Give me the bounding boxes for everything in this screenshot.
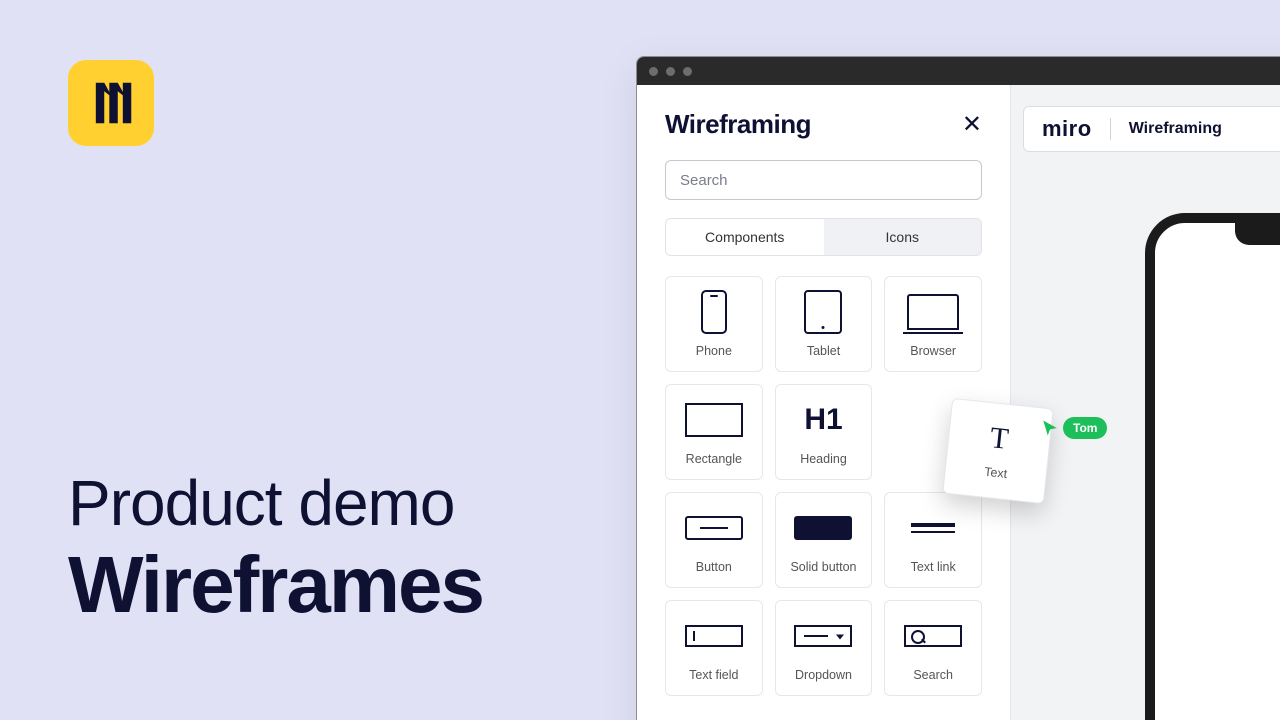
component-label: Button — [696, 560, 732, 574]
heading-icon: H1 — [804, 403, 842, 437]
marketing-headline: Product demo Wireframes — [68, 470, 628, 627]
brand-name: miro — [1042, 116, 1092, 142]
traffic-light-close[interactable] — [649, 67, 658, 76]
cursor-icon — [1041, 419, 1059, 437]
board-name[interactable]: Wireframing — [1129, 120, 1222, 138]
component-search[interactable]: Search — [884, 600, 982, 696]
component-label: Heading — [800, 452, 847, 466]
browser-icon — [907, 294, 959, 330]
headline-title: Wireframes — [68, 543, 628, 627]
button-icon — [685, 516, 743, 540]
miro-logo-icon — [84, 76, 138, 130]
component-label: Text — [984, 465, 1008, 481]
component-label: Text field — [689, 668, 738, 682]
component-label: Search — [913, 668, 953, 682]
component-button[interactable]: Button — [665, 492, 763, 588]
rectangle-icon — [685, 403, 743, 437]
component-label: Dropdown — [795, 668, 852, 682]
component-rectangle[interactable]: Rectangle — [665, 384, 763, 480]
component-solid-button[interactable]: Solid button — [775, 492, 873, 588]
tablet-icon — [804, 290, 842, 334]
component-tablet[interactable]: Tablet — [775, 276, 873, 372]
tab-components[interactable]: Components — [666, 219, 824, 255]
header-divider — [1110, 118, 1111, 140]
phone-notch — [1235, 223, 1280, 245]
board-header: miro Wireframing — [1023, 106, 1280, 152]
dragged-component-text[interactable]: T Text — [942, 398, 1053, 504]
component-phone[interactable]: Phone — [665, 276, 763, 372]
traffic-light-minimize[interactable] — [666, 67, 675, 76]
component-label: Text link — [911, 560, 956, 574]
search-icon — [904, 625, 962, 647]
component-heading[interactable]: H1 Heading — [775, 384, 873, 480]
text-icon: T — [988, 421, 1010, 457]
component-label: Phone — [696, 344, 732, 358]
component-label: Solid button — [790, 560, 856, 574]
close-icon[interactable]: ✕ — [962, 113, 982, 137]
panel-tabs: Components Icons — [665, 218, 982, 256]
collaborator-cursor: Tom — [1041, 417, 1107, 439]
component-grid: Phone Tablet Browser Rectangle H1 Headin… — [665, 276, 982, 696]
tab-icons[interactable]: Icons — [824, 219, 982, 255]
miro-logo — [68, 60, 154, 146]
component-label: Rectangle — [686, 452, 742, 466]
collaborator-name-badge: Tom — [1063, 417, 1107, 439]
text-field-icon — [685, 625, 743, 647]
component-label: Browser — [910, 344, 956, 358]
component-label: Tablet — [807, 344, 840, 358]
canvas-phone-mock[interactable] — [1145, 213, 1280, 720]
component-dropdown[interactable]: Dropdown — [775, 600, 873, 696]
phone-icon — [701, 290, 727, 334]
component-browser[interactable]: Browser — [884, 276, 982, 372]
solid-button-icon — [794, 516, 852, 540]
text-link-icon — [911, 523, 955, 533]
panel-title: Wireframing — [665, 109, 811, 140]
component-text-link[interactable]: Text link — [884, 492, 982, 588]
search-input[interactable] — [665, 160, 982, 200]
headline-subtitle: Product demo — [68, 470, 628, 537]
window-titlebar — [637, 57, 1280, 85]
component-text-field[interactable]: Text field — [665, 600, 763, 696]
traffic-light-zoom[interactable] — [683, 67, 692, 76]
dropdown-icon — [794, 625, 852, 647]
app-window: miro Wireframing Wireframing ✕ Component… — [636, 56, 1280, 720]
